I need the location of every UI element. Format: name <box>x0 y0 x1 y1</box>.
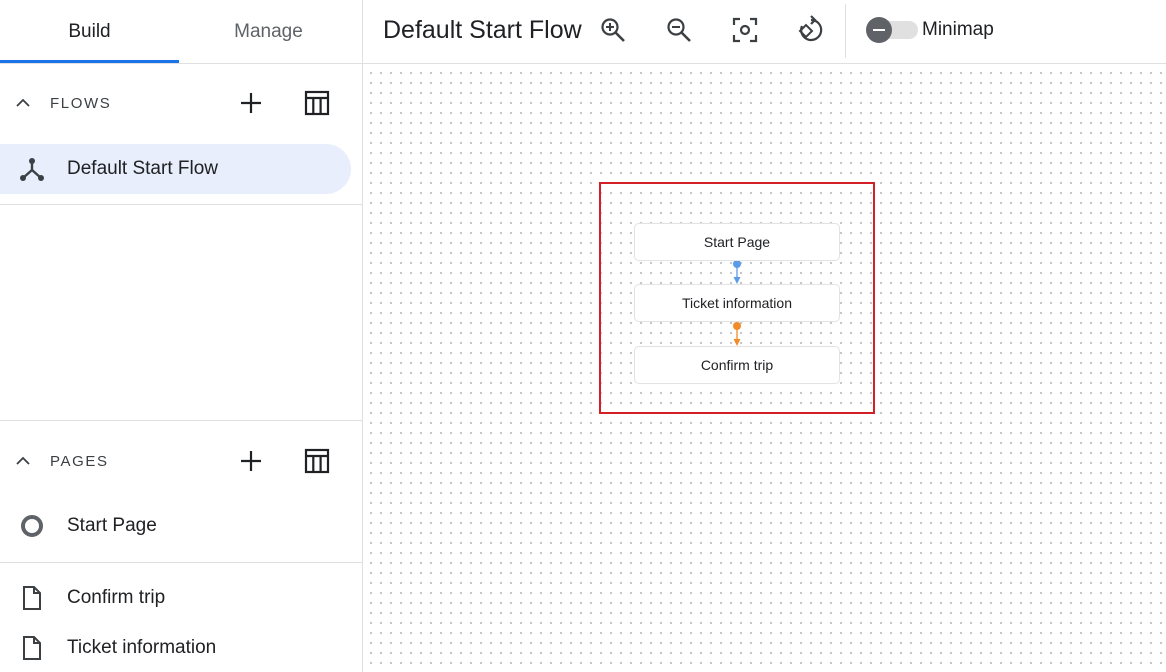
chevron-up-icon[interactable] <box>14 94 32 112</box>
plus-icon <box>241 451 261 471</box>
divider <box>0 420 362 421</box>
minimap-label: Minimap <box>922 19 994 40</box>
divider <box>0 204 362 205</box>
sidebar-item-label: Start Page <box>67 515 157 536</box>
toolbar: Default Start Flow Minimap <box>363 0 1166 64</box>
node-label: Ticket information <box>682 295 792 311</box>
reset-layout-icon <box>798 15 823 42</box>
flows-section-title: FLOWS <box>50 94 112 112</box>
pages-table-view-button[interactable] <box>299 443 335 479</box>
zoom-in-button[interactable] <box>595 12 631 48</box>
sidebar-item-confirm-trip[interactable]: Confirm trip <box>0 573 362 623</box>
zoom-out-button[interactable] <box>661 12 697 48</box>
edge-start-to-ticket <box>733 260 741 284</box>
center-focus-icon <box>732 17 758 43</box>
minimap-toggle[interactable] <box>866 17 918 43</box>
sidebar-item-label: Default Start Flow <box>67 158 218 179</box>
sidebar-item-label: Ticket information <box>67 637 217 658</box>
start-page-circle-icon <box>18 512 46 540</box>
add-flow-button[interactable] <box>233 85 269 121</box>
tab-manage[interactable]: Manage <box>179 0 358 64</box>
node-label: Start Page <box>703 234 771 250</box>
pages-section-header: PAGES <box>0 431 362 491</box>
sidebar-item-start-page[interactable]: Start Page <box>0 501 362 551</box>
toolbar-divider <box>845 4 846 58</box>
divider <box>0 562 362 563</box>
page-file-icon <box>18 634 46 662</box>
active-tab-indicator <box>0 60 179 63</box>
page-title: Default Start Flow <box>383 15 582 44</box>
edge-ticket-to-confirm <box>733 322 741 346</box>
plus-icon <box>241 93 261 113</box>
flows-table-view-button[interactable] <box>299 85 335 121</box>
tab-build-label: Build <box>68 21 111 42</box>
flow-canvas[interactable]: Start Page Ticket information Confirm tr… <box>363 65 1166 672</box>
pages-section-title: PAGES <box>50 452 109 470</box>
zoom-out-icon <box>667 18 691 42</box>
toggle-off-icon <box>866 17 892 43</box>
sidebar-item-default-start-flow[interactable]: Default Start Flow <box>0 144 351 194</box>
tab-build[interactable]: Build <box>0 0 179 64</box>
sidebar-tabs: Build Manage <box>0 0 362 64</box>
sidebar-item-ticket-information[interactable]: Ticket information <box>0 623 362 672</box>
reset-layout-button[interactable] <box>793 12 829 48</box>
flow-icon <box>18 155 46 183</box>
page-file-icon <box>18 584 46 612</box>
node-label: Confirm trip <box>700 357 774 373</box>
table-view-icon <box>304 90 330 116</box>
tab-manage-label: Manage <box>234 21 303 42</box>
sidebar-item-label: Confirm trip <box>67 587 166 608</box>
flow-node-confirm-trip[interactable]: Confirm trip <box>634 346 840 384</box>
center-focus-button[interactable] <box>727 12 763 48</box>
flows-section-header: FLOWS <box>0 73 362 133</box>
flow-node-ticket-information[interactable]: Ticket information <box>634 284 840 322</box>
flow-node-start-page[interactable]: Start Page <box>634 223 840 261</box>
add-page-button[interactable] <box>233 443 269 479</box>
chevron-up-icon[interactable] <box>14 452 32 470</box>
zoom-in-icon <box>601 18 625 42</box>
sidebar: Build Manage FLOWS Default Start Flow PA… <box>0 0 363 672</box>
table-view-icon <box>304 448 330 474</box>
